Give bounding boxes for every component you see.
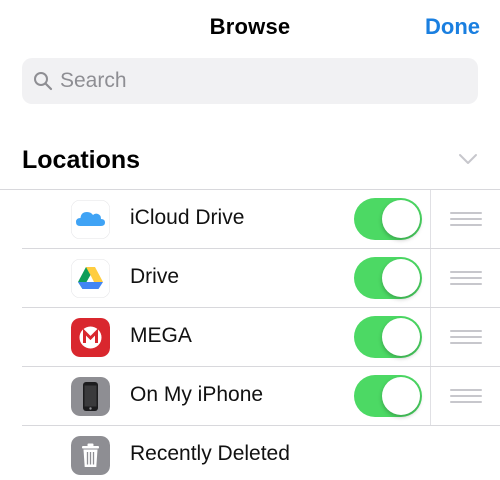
list-item-label: MEGA — [130, 324, 192, 347]
list-item-on-my-iphone[interactable]: On My iPhone — [0, 367, 500, 426]
chevron-down-icon[interactable] — [458, 152, 478, 166]
trash-icon — [71, 436, 110, 475]
reorder-handle-icon[interactable] — [450, 212, 482, 226]
mega-icon — [71, 318, 110, 357]
row-divider — [430, 367, 431, 426]
search-bar[interactable] — [22, 58, 478, 104]
search-icon — [34, 72, 53, 91]
row-divider — [430, 308, 431, 367]
list-item-label: Drive — [130, 265, 180, 288]
toggle-knob — [382, 200, 420, 238]
toggle-knob — [382, 259, 420, 297]
navigation-bar: Browse Done — [0, 0, 500, 56]
row-divider — [430, 249, 431, 308]
list-item-icloud-drive[interactable]: iCloud Drive — [0, 190, 500, 249]
list-item-label: iCloud Drive — [130, 206, 245, 229]
icloud-drive-toggle[interactable] — [354, 198, 422, 240]
list-item-label: On My iPhone — [130, 383, 264, 406]
reorder-handle-icon[interactable] — [450, 271, 482, 285]
drive-toggle[interactable] — [354, 257, 422, 299]
on-my-iphone-toggle[interactable] — [354, 375, 422, 417]
list-item-drive[interactable]: Drive — [0, 249, 500, 308]
locations-list: iCloud Drive Drive MEGA On My iPhone Rec… — [0, 190, 500, 480]
locations-section-header[interactable]: Locations — [0, 138, 500, 190]
toggle-knob — [382, 318, 420, 356]
list-item-label: Recently Deleted — [130, 442, 290, 465]
done-button[interactable]: Done — [425, 14, 480, 40]
row-divider — [430, 190, 431, 249]
google-drive-icon — [71, 259, 110, 298]
mega-toggle[interactable] — [354, 316, 422, 358]
list-item-mega[interactable]: MEGA — [0, 308, 500, 367]
icloud-drive-icon — [71, 200, 110, 239]
iphone-icon — [71, 377, 110, 416]
list-item-recently-deleted[interactable]: Recently Deleted — [0, 426, 500, 480]
section-title: Locations — [22, 146, 141, 174]
reorder-handle-icon[interactable] — [450, 389, 482, 403]
search-input[interactable] — [60, 58, 460, 104]
reorder-handle-icon[interactable] — [450, 330, 482, 344]
toggle-knob — [382, 377, 420, 415]
